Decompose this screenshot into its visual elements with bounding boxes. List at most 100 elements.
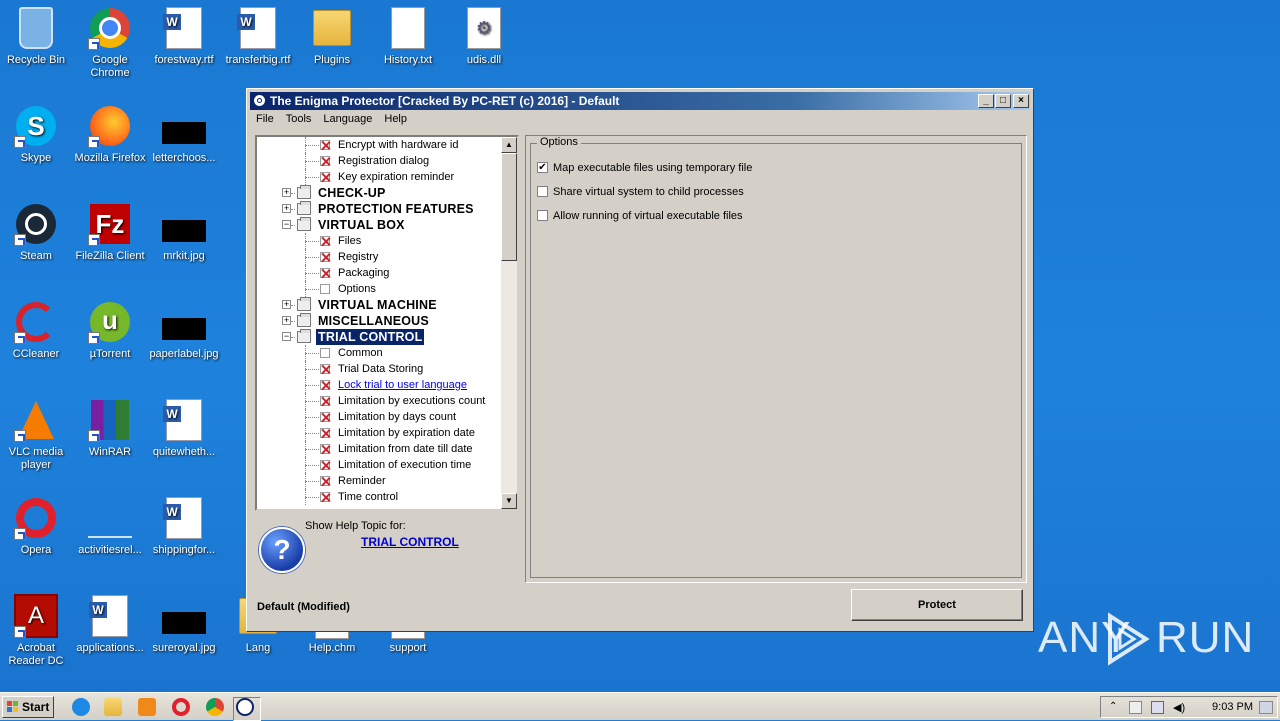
desktop-icon[interactable]: A Acrobat Reader DC xyxy=(0,594,74,668)
title-bar[interactable]: The Enigma Protector [Cracked By PC-RET … xyxy=(250,92,1030,110)
expand-icon[interactable]: + xyxy=(282,316,291,325)
desktop-icon[interactable]: Mozilla Firefox xyxy=(72,104,148,165)
volume-icon[interactable]: ◀) xyxy=(1173,701,1186,714)
tray-expand-icon[interactable]: ⌃ xyxy=(1109,701,1122,714)
tree-item[interactable]: Limitation by executions count xyxy=(257,393,503,409)
opera-icon[interactable] xyxy=(172,698,190,716)
desktop-icon[interactable]: activitiesrel... xyxy=(72,496,148,557)
disabled-x-icon[interactable] xyxy=(320,380,330,390)
scroll-down-button[interactable]: ▼ xyxy=(501,493,517,509)
explorer-folder-icon[interactable] xyxy=(104,698,122,716)
disabled-x-icon[interactable] xyxy=(320,156,330,166)
expand-icon[interactable]: + xyxy=(282,204,291,213)
tree-item[interactable]: Limitation of execution time xyxy=(257,457,503,473)
desktop-icon[interactable]: Google Chrome xyxy=(72,6,148,80)
option-row[interactable]: Allow running of virtual executable file… xyxy=(537,210,743,224)
desktop-icon[interactable]: CCleaner xyxy=(0,300,74,361)
close-button[interactable]: × xyxy=(1013,94,1029,108)
tree-item[interactable]: Lock trial to user language xyxy=(257,377,503,393)
protect-button[interactable]: Protect xyxy=(851,589,1023,621)
desktop-icon[interactable]: paperlabel.jpg xyxy=(146,300,222,361)
disabled-x-icon[interactable] xyxy=(320,428,330,438)
unchecked-box-icon[interactable] xyxy=(320,284,330,294)
tree-item[interactable]: Registration dialog xyxy=(257,153,503,169)
disabled-x-icon[interactable] xyxy=(320,396,330,406)
desktop-icon[interactable]: Wtransferbig.rtf xyxy=(220,6,296,67)
expand-icon[interactable]: + xyxy=(282,188,291,197)
desktop-icon[interactable]: Recycle Bin xyxy=(0,6,74,67)
unchecked-checkbox[interactable] xyxy=(537,186,548,197)
menu-help[interactable]: Help xyxy=(378,111,413,125)
tree-item[interactable]: Time control xyxy=(257,489,503,505)
scroll-up-button[interactable]: ▲ xyxy=(501,137,517,153)
option-row[interactable]: ✔ Map executable files using temporary fi… xyxy=(537,162,752,176)
tree-item[interactable]: Encrypt with hardware id xyxy=(257,137,503,153)
desktop-icon[interactable]: Opera xyxy=(0,496,74,557)
disabled-x-icon[interactable] xyxy=(320,460,330,470)
desktop-icon[interactable]: Wforestway.rtf xyxy=(146,6,222,67)
disabled-x-icon[interactable] xyxy=(320,476,330,486)
minimize-button[interactable]: _ xyxy=(978,94,994,108)
desktop-icon[interactable]: letterchoos... xyxy=(146,104,222,165)
media-player-icon[interactable] xyxy=(138,698,156,716)
tree-section[interactable]: + MISCELLANEOUS xyxy=(257,313,503,329)
disabled-x-icon[interactable] xyxy=(320,236,330,246)
help-topic-link[interactable]: TRIAL CONTROL xyxy=(361,535,459,549)
collapse-icon[interactable]: − xyxy=(282,220,291,229)
desktop-icon[interactable]: mrkit.jpg xyxy=(146,202,222,263)
network-icon[interactable] xyxy=(1151,701,1164,714)
tree-item[interactable]: Options xyxy=(257,281,503,297)
desktop-icon[interactable]: S Skype xyxy=(0,104,74,165)
help-question-icon[interactable]: ? xyxy=(259,527,305,573)
disabled-x-icon[interactable] xyxy=(320,444,330,454)
option-row[interactable]: Share virtual system to child processes xyxy=(537,186,744,200)
tree-item[interactable]: Files xyxy=(257,233,503,249)
scroll-thumb[interactable] xyxy=(501,153,517,261)
desktop-icon[interactable]: ⚙ udis.dll xyxy=(446,6,522,67)
unchecked-box-icon[interactable] xyxy=(320,348,330,358)
tree-item[interactable]: Limitation from date till date xyxy=(257,441,503,457)
menu-file[interactable]: File xyxy=(250,111,280,125)
disabled-x-icon[interactable] xyxy=(320,268,330,278)
tree-section[interactable]: − VIRTUAL BOX xyxy=(257,217,503,233)
tree-item[interactable]: Common xyxy=(257,345,503,361)
unchecked-checkbox[interactable] xyxy=(537,210,548,221)
disabled-x-icon[interactable] xyxy=(320,492,330,502)
disabled-x-icon[interactable] xyxy=(320,140,330,150)
internet-explorer-icon[interactable] xyxy=(72,698,90,716)
expand-icon[interactable]: + xyxy=(282,300,291,309)
tree-item[interactable]: Key expiration reminder xyxy=(257,169,503,185)
start-button[interactable]: Start xyxy=(2,696,54,718)
desktop-icon[interactable]: Wapplications... xyxy=(72,594,148,655)
desktop-icon[interactable]: WinRAR xyxy=(72,398,148,459)
disabled-x-icon[interactable] xyxy=(320,172,330,182)
desktop-icon[interactable]: History.txt xyxy=(370,6,446,67)
desktop-icon[interactable]: Steam xyxy=(0,202,74,263)
desktop-icon[interactable]: Wshippingfor... xyxy=(146,496,222,557)
desktop-icon[interactable]: u µTorrent xyxy=(72,300,148,361)
tree-section[interactable]: + VIRTUAL MACHINE xyxy=(257,297,503,313)
tree-section[interactable]: + CHECK-UP xyxy=(257,185,503,201)
desktop-icon[interactable]: Wquitewheth... xyxy=(146,398,222,459)
clock[interactable]: 9:03 PM xyxy=(1212,701,1253,713)
desktop-icon[interactable]: Fz FileZilla Client xyxy=(72,202,148,263)
chrome-icon[interactable] xyxy=(206,698,224,716)
maximize-button[interactable]: □ xyxy=(995,94,1011,108)
tree-item[interactable]: Registry xyxy=(257,249,503,265)
tree-section[interactable]: − TRIAL CONTROL xyxy=(257,329,503,345)
tree-section[interactable]: + PROTECTION FEATURES xyxy=(257,201,503,217)
tree-item[interactable]: Limitation by expiration date xyxy=(257,425,503,441)
tree-scrollbar[interactable]: ▲ ▼ xyxy=(501,137,517,509)
tree-item[interactable]: Limitation by days count xyxy=(257,409,503,425)
tree-item[interactable]: Packaging xyxy=(257,265,503,281)
active-task-button[interactable] xyxy=(233,697,261,721)
action-center-icon[interactable] xyxy=(1129,701,1142,714)
collapse-icon[interactable]: − xyxy=(282,332,291,341)
enigma-protector-icon[interactable] xyxy=(233,697,261,721)
tree-item[interactable]: Reminder xyxy=(257,473,503,489)
checked-checkbox[interactable]: ✔ xyxy=(537,162,548,173)
disabled-x-icon[interactable] xyxy=(320,412,330,422)
disabled-x-icon[interactable] xyxy=(320,252,330,262)
disabled-x-icon[interactable] xyxy=(320,364,330,374)
desktop-icon[interactable]: VLC media player xyxy=(0,398,74,472)
